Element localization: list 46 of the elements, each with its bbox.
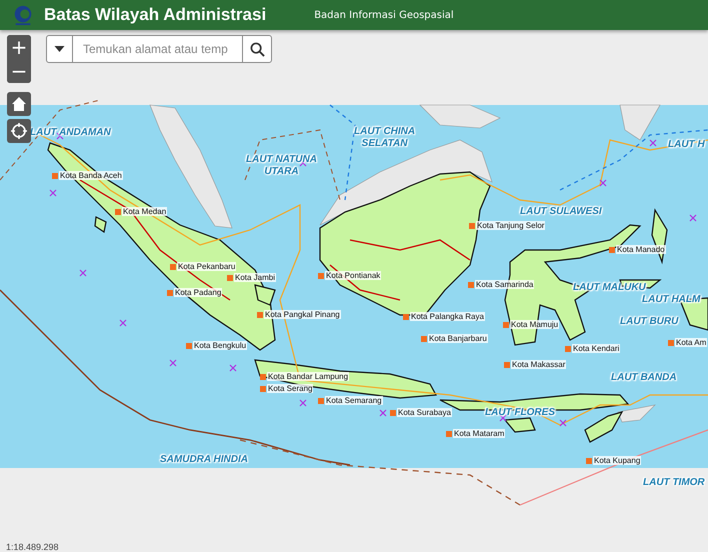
city-name-label: Kota Manado xyxy=(616,245,666,254)
city-name-label: Kota Jambi xyxy=(234,273,276,282)
city-name-label: Kota Bandar Lampung xyxy=(267,372,350,381)
city-name-label: Kota Am xyxy=(675,338,708,347)
city-name-label: Kota Tanjung Selor xyxy=(476,221,546,230)
city-name-label: Kota Palangka Raya xyxy=(410,312,485,321)
city-name-label: Kota Banjarbaru xyxy=(428,334,488,343)
city-name-label: Kota Bengkulu xyxy=(193,341,248,350)
city-name-label: Kota Mataram xyxy=(453,429,506,438)
city-name-label: Kota Mamuju xyxy=(510,320,560,329)
caret-icon xyxy=(54,46,65,52)
city-name-label: Kota Pekanbaru xyxy=(177,262,236,271)
home-icon xyxy=(11,96,27,112)
sea-name-label: SELATAN xyxy=(362,138,408,150)
sea-name-label: SAMUDRA HINDIA xyxy=(160,454,248,466)
app-title: Batas Wilayah Administrasi xyxy=(44,5,266,25)
city-name-label: Kota Semarang xyxy=(325,396,383,405)
city-name-label: Kota Kendari xyxy=(572,344,620,353)
home-button[interactable] xyxy=(7,92,31,116)
agency-logo-icon xyxy=(12,4,34,26)
search-field[interactable]: Temukan alamat atau temp xyxy=(73,35,242,63)
city-name-label: Kota Serang xyxy=(267,384,314,393)
sea-name-label: LAUT ANDAMAN xyxy=(30,127,111,139)
sea-name-label: LAUT TIMOR xyxy=(643,477,705,489)
agency-name: Badan Informasi Geospasial xyxy=(314,10,454,20)
sea-name-label: LAUT SULAWESI xyxy=(520,206,602,218)
sea-name-label: LAUT BANDA xyxy=(611,372,677,384)
locate-button[interactable] xyxy=(7,119,31,143)
city-name-label: Kota Samarinda xyxy=(475,280,534,289)
city-name-label: Kota Medan xyxy=(122,207,168,216)
city-name-label: Kota Kupang xyxy=(593,456,642,465)
city-name-label: Kota Padang xyxy=(174,288,222,297)
sea-name-label: LAUT BURU xyxy=(620,316,678,328)
locate-icon xyxy=(11,123,27,139)
city-name-label: Kota Makassar xyxy=(511,360,566,369)
search-source-dropdown[interactable] xyxy=(46,35,73,63)
search-icon xyxy=(250,42,264,56)
city-name-label: Kota Pangkal Pinang xyxy=(264,310,341,319)
sea-name-label: UTARA xyxy=(264,166,299,178)
city-name-label: Kota Banda Aceh xyxy=(59,171,123,180)
city-name-label: Kota Surabaya xyxy=(397,408,452,417)
map-scale-text: 1:18.489.298 xyxy=(6,542,59,552)
city-name-label: Kota Pontianak xyxy=(325,271,382,280)
search-button[interactable] xyxy=(242,35,272,63)
sea-name-label: LAUT HALM xyxy=(642,294,700,306)
sea-name-label: LAUT CHINA xyxy=(354,126,416,138)
